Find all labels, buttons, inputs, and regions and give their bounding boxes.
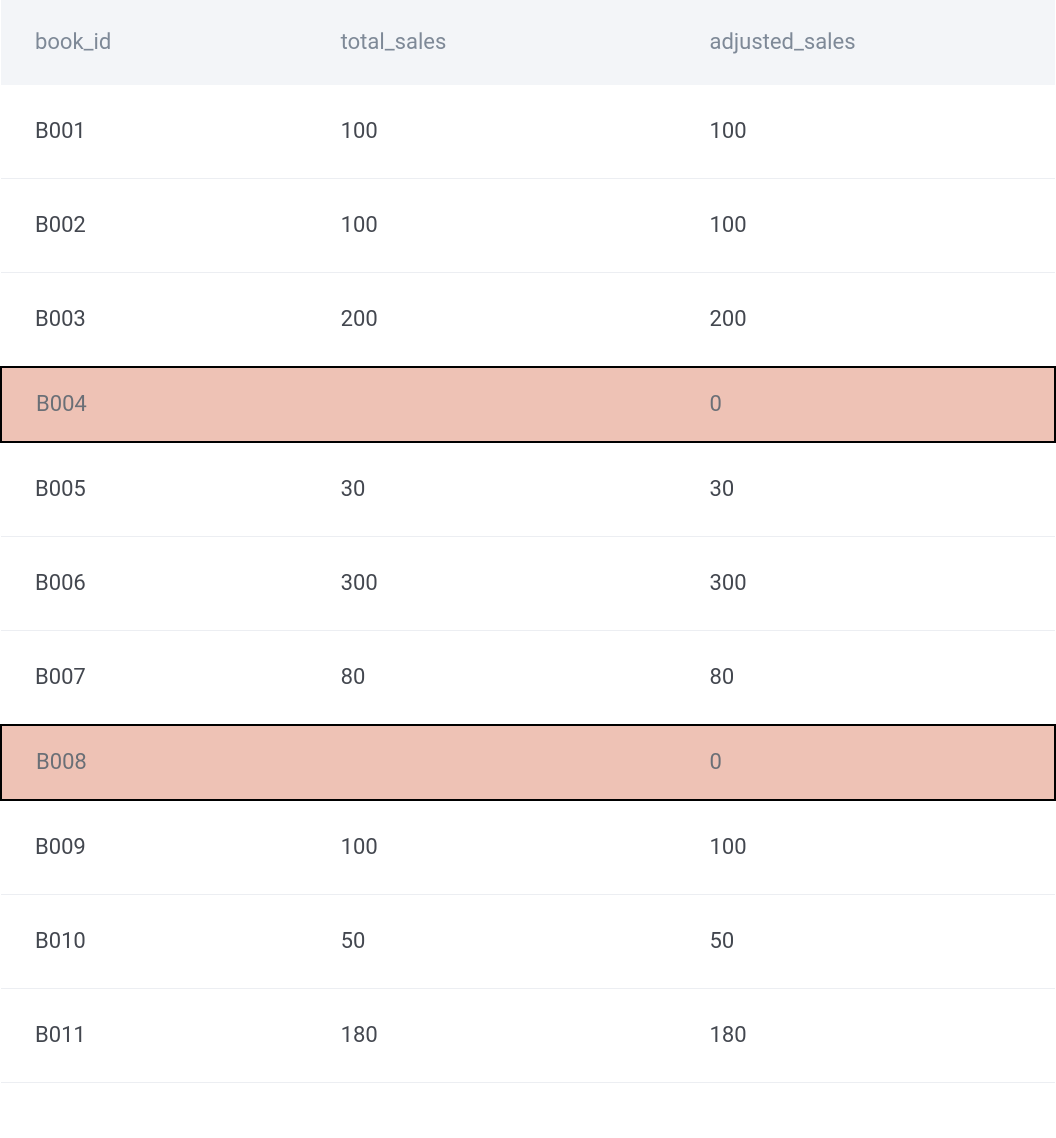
cell-adjusted-sales: 180 [676, 989, 1055, 1083]
table-row: B0078080 [1, 631, 1055, 726]
cell-adjusted-sales: 80 [676, 631, 1055, 726]
cell-book-id: B003 [1, 273, 307, 368]
cell-book-id: B010 [1, 895, 307, 989]
cell-total-sales: 300 [307, 537, 676, 631]
table-row: B002100100 [1, 179, 1055, 273]
cell-adjusted-sales: 100 [676, 800, 1055, 895]
cell-adjusted-sales: 200 [676, 273, 1055, 368]
cell-adjusted-sales: 0 [676, 725, 1055, 800]
cell-total-sales: 100 [307, 85, 676, 179]
cell-book-id: B004 [1, 367, 307, 442]
cell-adjusted-sales: 300 [676, 537, 1055, 631]
table-row: B003200200 [1, 273, 1055, 368]
cell-total-sales: 80 [307, 631, 676, 726]
cell-total-sales: 30 [307, 442, 676, 537]
table-row: B001100100 [1, 85, 1055, 179]
table-row: B0105050 [1, 895, 1055, 989]
table-row: B004 0 [1, 367, 1055, 442]
cell-total-sales [307, 367, 676, 442]
cell-book-id: B001 [1, 85, 307, 179]
cell-adjusted-sales: 30 [676, 442, 1055, 537]
table-row: B009100100 [1, 800, 1055, 895]
column-header-total-sales: total_sales [307, 0, 676, 85]
cell-book-id: B008 [1, 725, 307, 800]
cell-total-sales: 100 [307, 800, 676, 895]
table-header: book_id total_sales adjusted_sales [1, 0, 1055, 85]
cell-adjusted-sales: 100 [676, 85, 1055, 179]
cell-book-id: B005 [1, 442, 307, 537]
table-row: B008 0 [1, 725, 1055, 800]
sales-table: book_id total_sales adjusted_sales B0011… [0, 0, 1056, 1083]
cell-adjusted-sales: 50 [676, 895, 1055, 989]
cell-total-sales: 50 [307, 895, 676, 989]
cell-total-sales: 180 [307, 989, 676, 1083]
cell-adjusted-sales: 0 [676, 367, 1055, 442]
cell-adjusted-sales: 100 [676, 179, 1055, 273]
table-body: B001100100B002100100B003200200B0040B0053… [1, 85, 1055, 1083]
cell-book-id: B011 [1, 989, 307, 1083]
cell-book-id: B007 [1, 631, 307, 726]
cell-total-sales: 200 [307, 273, 676, 368]
column-header-book-id: book_id [1, 0, 307, 85]
column-header-adjusted-sales: adjusted_sales [676, 0, 1055, 85]
cell-total-sales [307, 725, 676, 800]
cell-book-id: B002 [1, 179, 307, 273]
cell-book-id: B006 [1, 537, 307, 631]
cell-book-id: B009 [1, 800, 307, 895]
table-row: B006300300 [1, 537, 1055, 631]
table-row: B0053030 [1, 442, 1055, 537]
table-row: B011180180 [1, 989, 1055, 1083]
cell-total-sales: 100 [307, 179, 676, 273]
